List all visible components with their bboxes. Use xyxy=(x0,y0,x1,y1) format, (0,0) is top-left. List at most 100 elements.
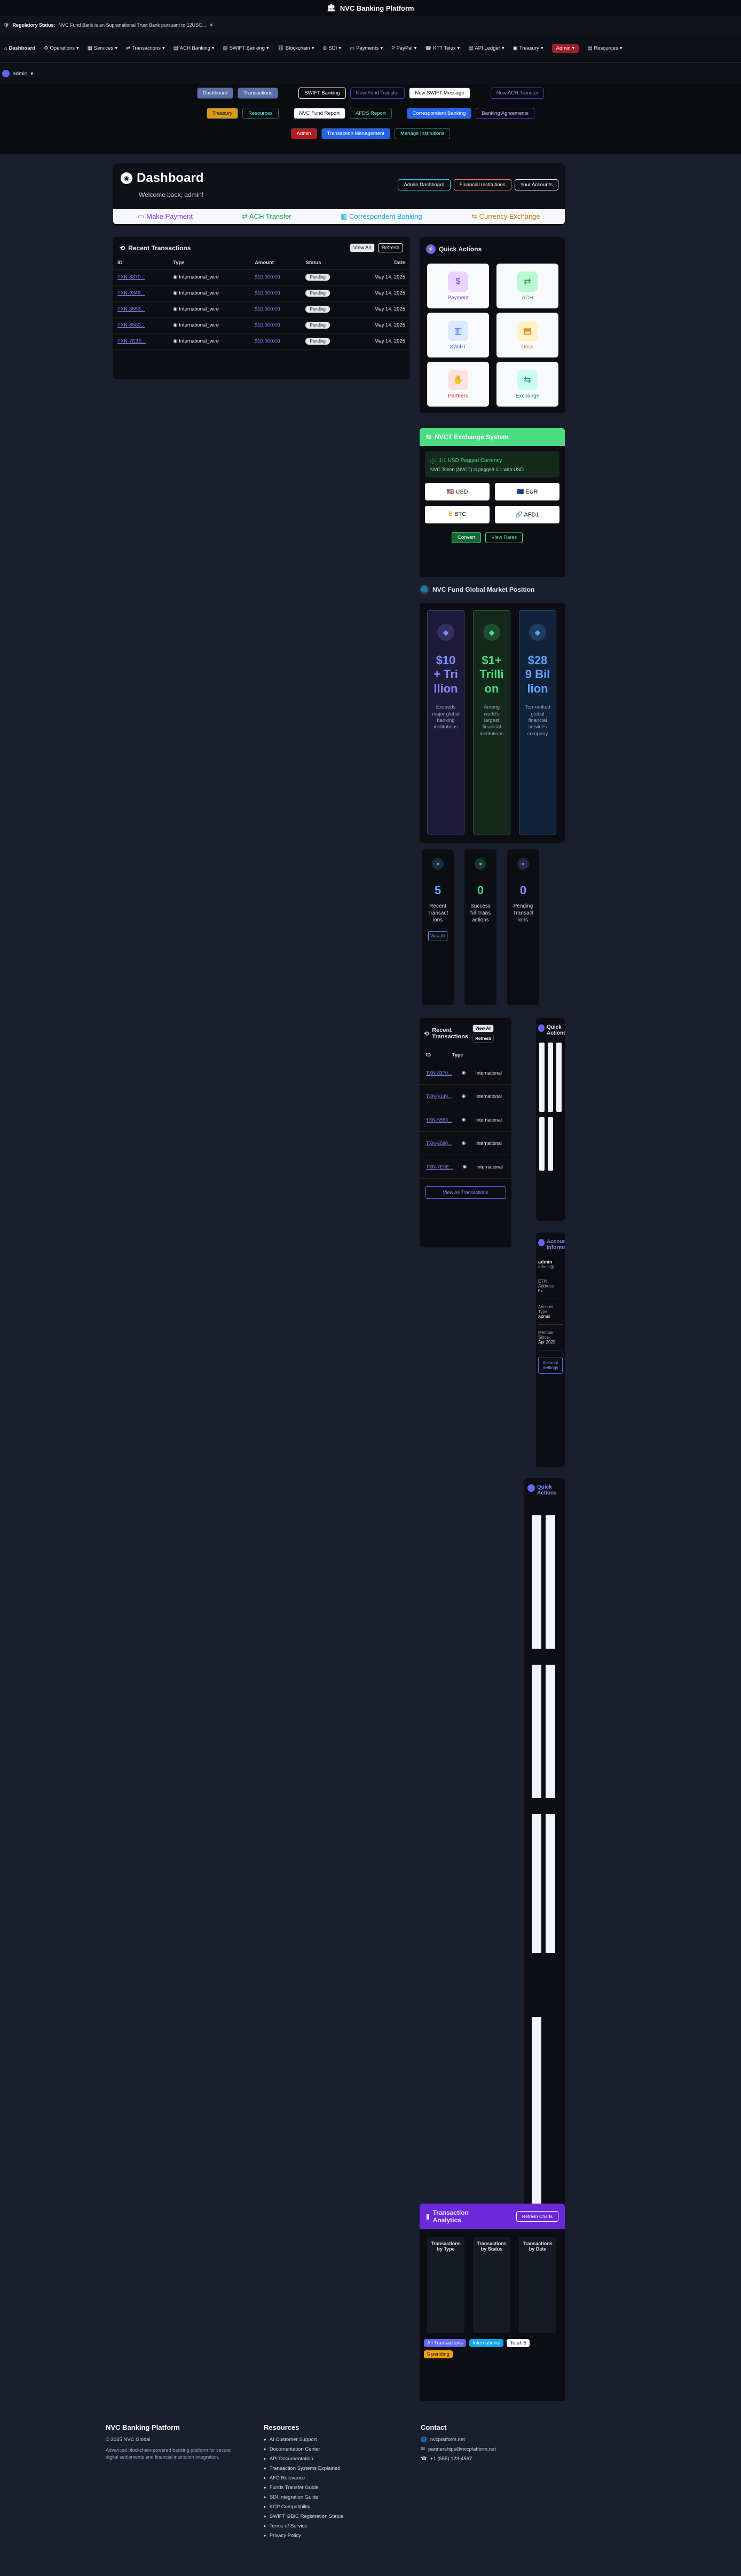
nav-resources[interactable]: ▤ Resources ▾ xyxy=(587,45,622,51)
nav-api-ledger[interactable]: ▤ API Ledger ▾ xyxy=(468,45,504,51)
footer-resource-link[interactable]: ▸ SDI Integration Guide xyxy=(264,2494,392,2500)
refresh-charts-button[interactable]: Refresh Charts xyxy=(516,2211,558,2222)
transaction-id-link[interactable]: TXN-8370... xyxy=(426,1070,452,1076)
tab-ach-transfer[interactable]: ⇄ ACH Transfer xyxy=(242,212,291,221)
quick-action-docs[interactable]: ▤ Docs xyxy=(496,313,558,357)
table-row[interactable]: TXN-6580... ◉ International_wire $10,000.0… xyxy=(113,317,409,333)
mini-action-column[interactable] xyxy=(548,1117,553,1171)
footer-resource-link[interactable]: ▸ Documentation Center xyxy=(264,2446,392,2452)
footer-resource-link[interactable]: ▸ Privacy Policy xyxy=(264,2533,392,2539)
admin-dashboard-button[interactable]: Admin Dashboard xyxy=(398,179,451,190)
nav-treasury[interactable]: ▣ Treasury ▾ xyxy=(513,45,543,51)
subnav-transaction-management[interactable]: Transaction Management xyxy=(321,128,390,139)
subnav-resources[interactable]: Resources xyxy=(242,108,279,119)
account-settings-button[interactable]: Account Settings xyxy=(538,1357,563,1374)
transaction-id-link[interactable]: TXN-7E3E... xyxy=(426,1164,453,1170)
action-strip[interactable] xyxy=(532,2017,541,2209)
action-strip[interactable] xyxy=(546,1814,555,1953)
nav-dashboard[interactable]: ⌂ Dashboard xyxy=(4,45,35,51)
view-all-button[interactable]: View All xyxy=(349,243,375,252)
table-row[interactable]: TXN-8370... ◉ International_wire $10,000.0… xyxy=(113,269,409,285)
pair-eur[interactable]: 🇪🇺 EUR xyxy=(495,483,559,500)
footer-resource-link[interactable]: ▸ KCP Compatibility xyxy=(264,2504,392,2510)
contact-web[interactable]: 🌐 nvcplatform.net xyxy=(421,2437,554,2443)
list-item[interactable]: TXN-7E3E... ◉ International xyxy=(420,1155,511,1179)
table-row[interactable]: TXN-9349... ◉ International_wire $10,000.0… xyxy=(113,285,409,301)
mini-refresh-button[interactable]: Refresh xyxy=(472,1035,494,1043)
table-row[interactable]: TXN-5553... ◉ International_wire $10,000.0… xyxy=(113,301,409,317)
footer-resource-link[interactable]: ▸ Funds Transfer Guide xyxy=(264,2485,392,2491)
list-item[interactable]: TXN-9349... ◉ International xyxy=(420,1085,511,1108)
tab-correspondent-banking[interactable]: ▥ Correspondent Banking xyxy=(341,212,422,221)
mini-action-column[interactable] xyxy=(539,1043,545,1112)
subnav-new-swift-message[interactable]: New SWIFT Message xyxy=(409,88,470,99)
subnav-afds-report[interactable]: AFDS Report xyxy=(350,108,392,119)
subnav-new-fund-transfer[interactable]: New Fund Transfer xyxy=(350,88,405,99)
transaction-id-link[interactable]: TXN-9349... xyxy=(426,1094,452,1099)
transaction-id-link[interactable]: TXN-7E3E... xyxy=(117,338,146,344)
view-all-transactions-button[interactable]: View All Transactions xyxy=(425,1186,506,1199)
list-item[interactable]: TXN-5553... ◉ International xyxy=(420,1108,511,1132)
subnav-correspondent-banking[interactable]: Correspondent Banking xyxy=(406,108,472,119)
nav-swift[interactable]: ▥ SWIFT Banking ▾ xyxy=(223,45,269,51)
transaction-id-link[interactable]: TXN-9349... xyxy=(117,290,145,296)
nav-transactions[interactable]: ⇄ Transactions ▾ xyxy=(126,45,165,51)
mini-action-column[interactable] xyxy=(548,1043,553,1112)
transaction-id-link[interactable]: TXN-8370... xyxy=(117,274,145,280)
mini-view-all-button[interactable]: View All xyxy=(472,1024,494,1032)
nav-paypal[interactable]: P PayPal ▾ xyxy=(391,45,416,51)
contact-phone[interactable]: ☎ +1 (555) 123-4567 xyxy=(421,2456,554,2462)
tab-make-payment[interactable]: ▭ Make Payment xyxy=(138,212,193,221)
nav-admin[interactable]: Admin ▾ xyxy=(551,43,579,53)
action-strip[interactable] xyxy=(546,1515,555,1649)
nav-ach[interactable]: ▤ ACH Banking ▾ xyxy=(174,45,215,51)
subnav-admin[interactable]: Admin xyxy=(290,128,317,139)
subnav-dashboard[interactable]: Dashboard xyxy=(196,88,234,99)
action-strip[interactable] xyxy=(532,1665,541,1798)
view-rates-button[interactable]: View Rates xyxy=(485,532,523,543)
subnav-banking-agreements[interactable]: Banking Agreements xyxy=(476,108,535,119)
contact-email[interactable]: ✉ partnerships@nvcplatform.net xyxy=(421,2446,554,2452)
refresh-button[interactable]: Refresh xyxy=(377,243,403,252)
action-strip[interactable] xyxy=(532,1814,541,1953)
subnav-transactions[interactable]: Transactions xyxy=(238,88,279,99)
action-strip[interactable] xyxy=(532,1515,541,1649)
action-strip[interactable] xyxy=(546,1665,555,1798)
transaction-id-link[interactable]: TXN-6580... xyxy=(117,322,145,328)
transaction-id-link[interactable]: TXN-6580... xyxy=(426,1141,452,1146)
footer-resource-link[interactable]: ▸ Terms of Service xyxy=(264,2523,392,2529)
subnav-manage-institutions[interactable]: Manage Institutions xyxy=(394,128,451,139)
stat-view-all-button[interactable]: View All xyxy=(428,931,447,941)
convert-button[interactable]: Convert xyxy=(452,532,482,543)
user-menu[interactable]: admin ▾ xyxy=(0,63,741,84)
subnav-new-ach-transfer[interactable]: New ACH Transfer xyxy=(490,88,545,99)
transaction-id-link[interactable]: TXN-5553... xyxy=(117,306,145,312)
financial-institutions-button[interactable]: Financial Institutions xyxy=(453,179,511,190)
pair-btc[interactable]: ₿ BTC xyxy=(425,506,490,523)
mini-action-column[interactable] xyxy=(539,1117,545,1171)
footer-resource-link[interactable]: ▸ SWIFT GBIC Registration Status xyxy=(264,2514,392,2519)
pair-afd1[interactable]: 🔗 AFD1 xyxy=(495,506,559,523)
subnav-swift-banking[interactable]: SWIFT Banking xyxy=(298,88,346,99)
subnav-treasury[interactable]: Treasury xyxy=(206,108,239,119)
quick-action-swift[interactable]: ▥ SWIFT xyxy=(427,313,489,357)
quick-action-ach[interactable]: ⇄ ACH xyxy=(496,264,558,308)
nav-payments[interactable]: ▭ Payments ▾ xyxy=(350,45,383,51)
footer-resource-link[interactable]: ▸ API Documentation xyxy=(264,2456,392,2462)
list-item[interactable]: TXN-8370... ◉ International xyxy=(420,1061,511,1085)
table-row[interactable]: TXN-7E3E... ◉ International_wire $10,000.0… xyxy=(113,333,409,349)
footer-resource-link[interactable]: ▸ AI Customer Support xyxy=(264,2437,392,2443)
quick-action-partners[interactable]: ✋ Partners xyxy=(427,362,489,407)
close-icon[interactable]: ✕ xyxy=(209,22,214,28)
transaction-id-link[interactable]: TXN-5553... xyxy=(426,1117,452,1123)
mini-action-column[interactable] xyxy=(556,1043,562,1112)
nav-ktt[interactable]: ☎ KTT Telex ▾ xyxy=(425,45,460,51)
nav-blockchain[interactable]: ⛓ Blockchain ▾ xyxy=(278,45,314,51)
quick-action-exchange[interactable]: ⇆ Exchange xyxy=(496,362,558,407)
nav-operations[interactable]: ⚙ Operations ▾ xyxy=(44,45,79,51)
nav-services[interactable]: ▦ Services ▾ xyxy=(88,45,117,51)
footer-resource-link[interactable]: ▸ Transaction Systems Explained xyxy=(264,2466,392,2471)
tab-currency-exchange[interactable]: ⇆ Currency Exchange xyxy=(471,212,540,221)
pair-usd[interactable]: 🇺🇸 USD xyxy=(425,483,490,500)
quick-action-payment[interactable]: $ Payment xyxy=(427,264,489,308)
